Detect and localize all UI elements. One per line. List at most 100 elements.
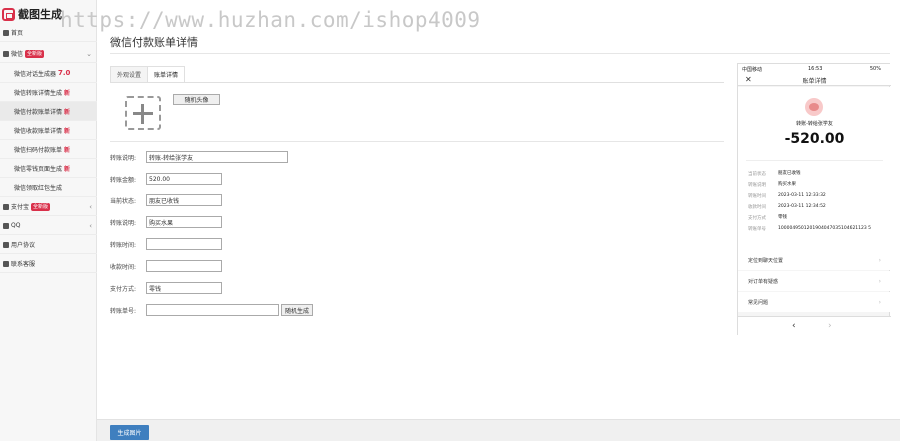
description-input[interactable]: 购买水果 xyxy=(146,216,222,228)
random-generate-button[interactable]: 随机生成 xyxy=(281,304,314,316)
order-number-input[interactable] xyxy=(146,304,279,316)
footer-bar xyxy=(97,419,900,441)
clock-label: 16:53 xyxy=(808,66,823,72)
wechat-icon xyxy=(3,50,9,57)
bill-row-key: 支付方式 xyxy=(748,216,766,221)
sidebar-item-label: QQ xyxy=(11,222,21,229)
form-row: 转账说明: 购买水果 xyxy=(110,216,222,228)
alipay-icon xyxy=(3,203,9,210)
phone-nav-bar: ‹ › xyxy=(738,316,891,336)
generate-image-button[interactable]: 生成图片 xyxy=(110,425,149,440)
order-question-link[interactable]: 对订单有疑惑 › xyxy=(738,271,891,291)
form-row: 支付方式: 零钱 xyxy=(110,282,222,294)
sidebar-subitem-label: 微信扫码付款账单 xyxy=(14,146,63,154)
new-tag: 新 xyxy=(64,127,71,135)
sidebar-subitem[interactable]: 微信领取红包生成 xyxy=(0,178,97,197)
sidebar-subitem[interactable]: 微信对话生成器 7.0 xyxy=(0,64,97,83)
bill-row: 支付方式 零钱 xyxy=(748,215,888,221)
sidebar-item-label: 首页 xyxy=(11,30,24,37)
tab-bill-details[interactable]: 账单详情 xyxy=(147,66,186,83)
transfer-note-input[interactable]: 转账-转给张学友 xyxy=(146,151,288,163)
avatar-upload-icon[interactable] xyxy=(125,96,161,130)
phone-preview: 中国移动 16:53 50% 账单详情 ✕ 转账-转给张学友 -520.00 当… xyxy=(737,63,891,336)
tab-bar: 外观设置 账单详情 xyxy=(110,66,186,83)
form-row: 收款时间: xyxy=(110,260,222,272)
form-panel: 外观设置 账单详情 随机头像 转账说明: 转账-转给张学友 转账金额: 520.… xyxy=(110,63,724,333)
sidebar-subitem-label: 微信收款账单详情 xyxy=(14,127,63,135)
back-arrow-icon[interactable]: ‹ xyxy=(792,321,796,331)
tab-appearance[interactable]: 外观设置 xyxy=(110,66,149,83)
phone-status-bar: 中国移动 16:53 50% xyxy=(738,64,891,74)
sidebar-subitem-active[interactable]: 微信付款账单详情 新 xyxy=(0,102,97,121)
locate-chat-link[interactable]: 定位到聊天位置 › xyxy=(738,250,891,270)
sidebar-item-label: 联系客服 xyxy=(11,261,36,268)
bill-row-value: 零钱 xyxy=(778,215,787,220)
home-icon xyxy=(3,29,9,36)
form-row: 当前状态: 朋友已收钱 xyxy=(110,194,222,206)
carrier-label: 中国移动 xyxy=(742,67,763,73)
bill-row-key: 转账说明 xyxy=(748,183,766,188)
sidebar-subitem[interactable]: 微信转账详情生成 新 xyxy=(0,83,97,102)
bill-row-value: 2023-03-11 12:33:32 xyxy=(778,193,826,198)
sidebar-subitem-label: 微信转账详情生成 xyxy=(14,89,63,97)
field-label: 转账说明: xyxy=(110,154,137,162)
transfer-time-input[interactable] xyxy=(146,238,222,250)
document-icon xyxy=(3,241,9,248)
version-label: 7.0 xyxy=(58,69,71,77)
bill-row: 转账单号 1000049501201904047035104621123 5 xyxy=(748,226,888,232)
forward-arrow-icon[interactable]: › xyxy=(828,321,832,331)
sidebar-item-contact[interactable]: 联系客服 xyxy=(0,255,97,273)
receive-time-input[interactable] xyxy=(146,260,222,272)
sidebar-item-label: 支付宝 xyxy=(11,204,30,211)
chevron-down-icon: ⌄ xyxy=(86,50,92,58)
bill-row: 转账时间 2023-03-11 12:33:32 xyxy=(748,193,888,199)
sidebar-subitem[interactable]: 微信零钱页面生成 新 xyxy=(0,159,97,178)
random-avatar-button[interactable]: 随机头像 xyxy=(173,94,220,105)
sidebar-item-wechat[interactable]: 微信 全新版 ⌄ xyxy=(0,45,97,63)
sidebar: 截图生成 首页 微信 全新版 ⌄ 微信对话生成器 7.0 微信转账详情生成 新 … xyxy=(0,0,97,441)
new-version-badge: 全新版 xyxy=(31,202,51,211)
bill-row-value: 购买水果 xyxy=(778,182,796,187)
field-label: 支付方式: xyxy=(110,285,137,293)
sidebar-subitem-label: 微信领取红包生成 xyxy=(14,184,63,192)
sidebar-item-qq[interactable]: QQ ‹ xyxy=(0,217,97,235)
form-row: 转账单号: 随机生成 xyxy=(110,304,314,316)
sidebar-item-agreement[interactable]: 用户协议 xyxy=(0,236,97,254)
page-title: 微信付款账单详情 xyxy=(110,36,198,49)
amount-input[interactable]: 520.00 xyxy=(146,173,222,185)
sidebar-item-alipay[interactable]: 支付宝 全新版 ‹ xyxy=(0,198,97,216)
new-tag: 新 xyxy=(64,89,71,97)
new-version-badge: 全新版 xyxy=(25,49,45,58)
payment-method-input[interactable]: 零钱 xyxy=(146,282,222,294)
field-label: 转账说明: xyxy=(110,219,137,227)
chevron-left-icon: ‹ xyxy=(89,203,92,211)
divider xyxy=(746,160,883,161)
status-input[interactable]: 朋友已收钱 xyxy=(146,194,222,206)
new-tag: 新 xyxy=(64,165,71,173)
sidebar-subitem[interactable]: 微信扫码付款账单 新 xyxy=(0,140,97,159)
bill-row-key: 转账时间 xyxy=(748,194,766,199)
sidebar-subitem[interactable]: 微信收款账单详情 新 xyxy=(0,121,97,140)
bill-row: 转账说明 购买水果 xyxy=(748,182,888,188)
new-tag: 新 xyxy=(64,108,71,116)
sidebar-subitem-label: 微信零钱页面生成 xyxy=(14,165,63,173)
form-row: 转账说明: 转账-转给张学友 xyxy=(110,151,288,163)
bill-row: 当前状态 朋友已收钱 xyxy=(748,171,888,177)
avatar xyxy=(805,98,823,116)
bill-row-value: 2023-03-11 12:34:52 xyxy=(778,204,826,209)
chevron-right-icon: › xyxy=(878,298,881,306)
app-title: 截图生成 xyxy=(18,8,62,21)
bill-row-value: 朋友已收钱 xyxy=(778,171,801,176)
phone-title: 账单详情 xyxy=(802,78,827,85)
sidebar-item-label: 用户协议 xyxy=(11,242,36,249)
faq-link[interactable]: 常见问题 › xyxy=(738,292,891,312)
field-label: 当前状态: xyxy=(110,197,137,205)
sidebar-subitem-label: 微信付款账单详情 xyxy=(14,108,63,116)
divider xyxy=(110,53,890,54)
bill-amount: -520.00 xyxy=(784,131,845,147)
link-label: 对订单有疑惑 xyxy=(748,278,779,285)
watermark: https://www.huzhan.com/ishop4009 xyxy=(60,8,481,32)
qq-icon xyxy=(3,222,9,229)
bill-card: 转账-转给张学友 -520.00 当前状态 朋友已收钱 转账说明 购买水果 转账时间… xyxy=(738,87,891,252)
link-label: 常见问题 xyxy=(748,299,769,306)
